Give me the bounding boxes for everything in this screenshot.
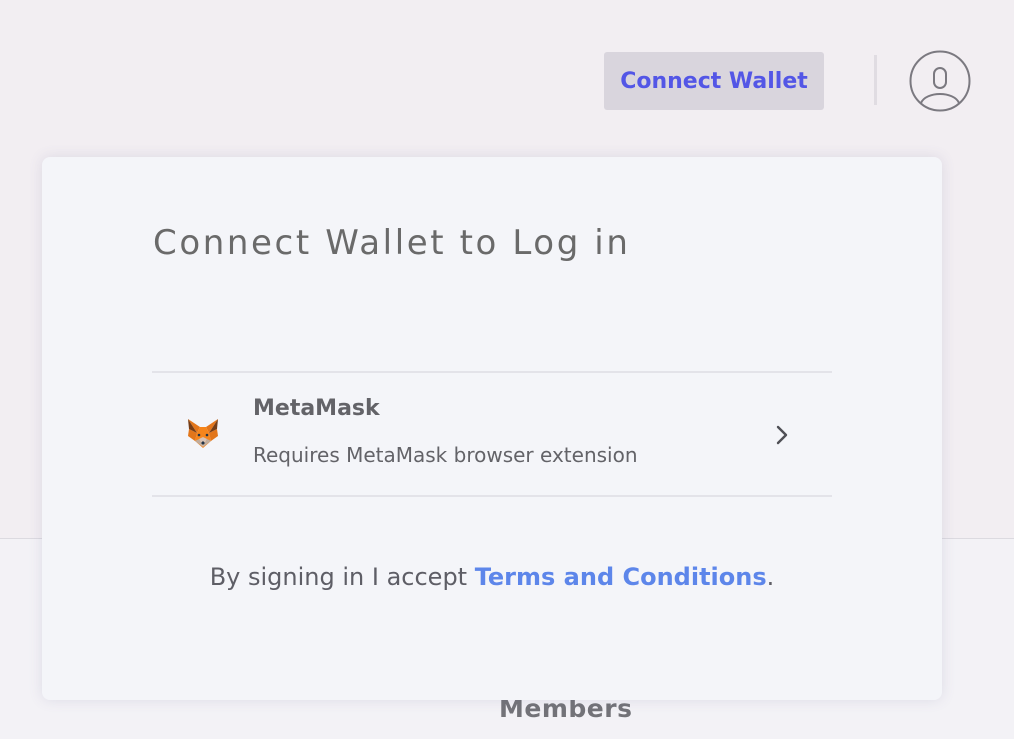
connect-wallet-button[interactable]: Connect Wallet [604, 52, 824, 110]
header-divider [874, 55, 877, 105]
connect-wallet-modal: Connect Wallet to Log in MetaMask Requir… [42, 157, 942, 700]
wallet-option-metamask[interactable]: MetaMask Requires MetaMask browser exten… [152, 371, 832, 497]
chevron-right-icon [776, 425, 788, 445]
wallet-name: MetaMask [253, 396, 380, 421]
terms-prefix: By signing in I accept [209, 563, 475, 591]
terms-and-conditions-link[interactable]: Terms and Conditions [475, 563, 767, 591]
modal-title: Connect Wallet to Log in [153, 223, 631, 263]
profile-button[interactable] [909, 50, 971, 112]
terms-statement: By signing in I accept Terms and Conditi… [42, 563, 942, 591]
wallet-description: Requires MetaMask browser extension [253, 443, 638, 467]
user-circle-icon [909, 50, 971, 112]
terms-suffix: . [766, 563, 775, 591]
metamask-fox-icon [188, 419, 218, 448]
